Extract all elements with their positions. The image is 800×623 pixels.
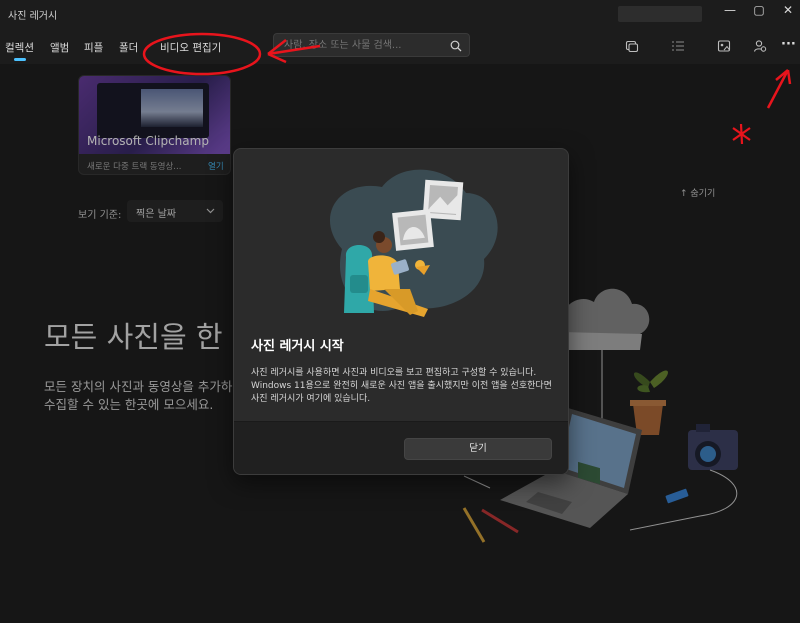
account-name-redacted xyxy=(618,6,702,22)
tab-collections[interactable]: 컬렉션 xyxy=(5,40,34,55)
slideshow-icon[interactable] xyxy=(717,39,731,53)
app-title: 사진 레거시 xyxy=(8,11,58,22)
dialog-body: 사진 레거시를 사용하면 사진과 비디오를 보고 편집하고 구성할 수 있습니다… xyxy=(251,368,552,404)
more-icon[interactable]: ··· xyxy=(781,37,796,52)
close-window-button[interactable]: ✕ xyxy=(773,0,800,20)
dialog-footer: 닫기 xyxy=(234,421,568,474)
import-icon[interactable] xyxy=(625,39,639,53)
maximize-button[interactable]: ▢ xyxy=(744,0,774,20)
title-bar: 사진 레거시 — ▢ ✕ xyxy=(0,0,800,28)
dialog-title: 사진 레거시 시작 xyxy=(251,339,344,354)
welcome-illustration xyxy=(329,169,498,317)
nav-bar: 컬렉션 앨범 피플 폴더 비디오 편집기 ··· xyxy=(0,28,800,64)
search-icon[interactable] xyxy=(450,40,462,52)
tab-folders[interactable]: 폴더 xyxy=(119,40,138,55)
account-icon[interactable] xyxy=(753,39,767,53)
welcome-dialog: 사진 레거시 시작 사진 레거시를 사용하면 사진과 비디오를 보고 편집하고 … xyxy=(233,148,569,475)
tab-people[interactable]: 피플 xyxy=(84,40,103,55)
select-icon[interactable] xyxy=(671,39,685,53)
search-input[interactable] xyxy=(273,33,470,57)
tab-albums[interactable]: 앨범 xyxy=(50,40,69,55)
photo-frame-icon xyxy=(392,209,434,251)
minimize-button[interactable]: — xyxy=(715,0,745,20)
tab-video-editor[interactable]: 비디오 편집기 xyxy=(160,40,221,55)
active-tab-indicator xyxy=(14,58,26,61)
close-dialog-button[interactable]: 닫기 xyxy=(404,438,552,460)
